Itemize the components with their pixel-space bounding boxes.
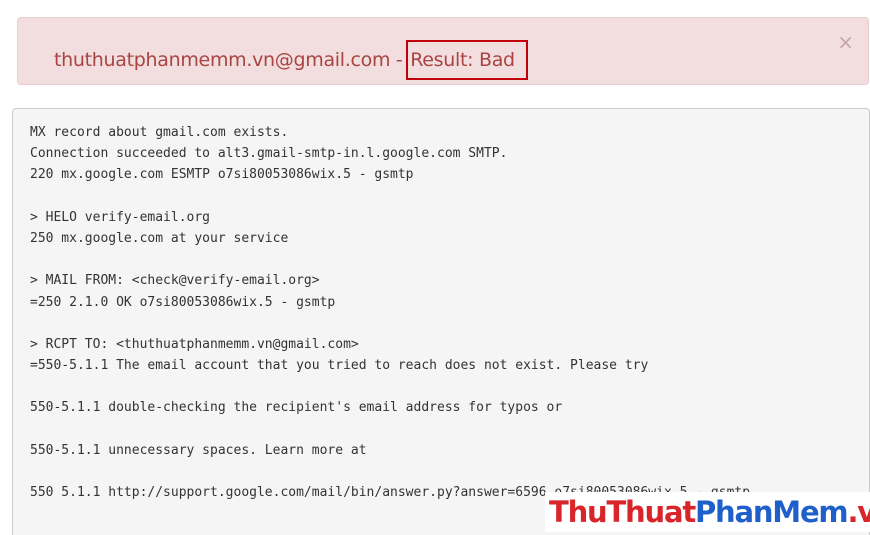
result-alert: thuthuatphanmemm.vn@gmail.com - Result: …: [17, 17, 869, 85]
log-line: 250 mx.google.com at your service: [30, 230, 289, 246]
watermark-part-3: .vn: [847, 495, 870, 529]
log-line: > RCPT TO: <thuthuatphanmemm.vn@gmail.co…: [30, 336, 359, 352]
log-line: 550-5.1.1 double-checking the recipient'…: [30, 400, 563, 416]
log-line: Connection succeeded to alt3.gmail-smtp-…: [30, 146, 508, 162]
watermark-part-1: ThuThuat: [549, 495, 696, 529]
watermark-logo: ThuThuatPhanMem.vn: [545, 492, 870, 532]
log-line: 220 mx.google.com ESMTP o7si80053086wix.…: [30, 167, 414, 183]
result-status: Result: Bad: [406, 40, 528, 80]
log-line: MX record about gmail.com exists.: [30, 125, 289, 140]
alert-message: thuthuatphanmemm.vn@gmail.com - Result: …: [54, 40, 528, 80]
log-line: > MAIL FROM: <check@verify-email.org>: [30, 273, 320, 289]
log-line: =550-5.1.1 The email account that you tr…: [30, 358, 649, 374]
log-line: > HELO verify-email.org: [30, 209, 211, 225]
watermark-part-2: PhanMem: [694, 495, 849, 529]
log-line: 550-5.1.1 unnecessary spaces. Learn more…: [30, 442, 367, 458]
smtp-log-panel: MX record about gmail.com exists. Connect…: [12, 108, 870, 535]
close-icon[interactable]: ×: [837, 32, 854, 52]
smtp-log: MX record about gmail.com exists. Connect…: [30, 122, 750, 503]
alert-email: thuthuatphanmemm.vn@gmail.com: [54, 49, 391, 71]
log-line: =250 2.1.0 OK o7si80053086wix.5 - gsmtp: [30, 294, 336, 310]
